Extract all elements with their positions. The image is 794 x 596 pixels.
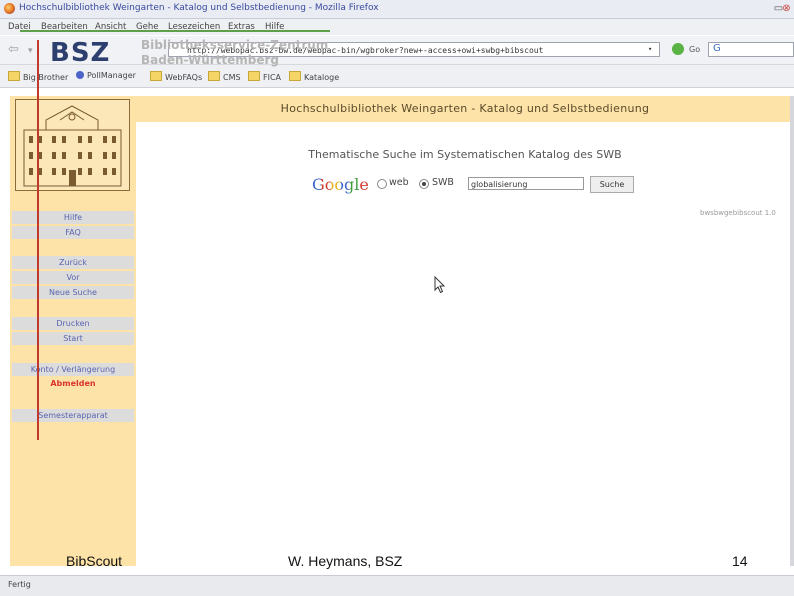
- menu-bar: Datei Bearbeiten Ansicht Gehe Lesezeiche…: [0, 19, 794, 35]
- folder-icon: [289, 71, 301, 81]
- status-bar: Fertig: [0, 575, 794, 596]
- bookmark-item[interactable]: Kataloge: [289, 71, 339, 82]
- sidebar-item-drucken[interactable]: Drucken: [12, 317, 134, 330]
- search-subtitle: Thematische Suche im Systematischen Kata…: [308, 148, 622, 161]
- poll-icon: [76, 71, 84, 79]
- sidebar-item-faq[interactable]: FAQ: [12, 226, 134, 239]
- sidebar-item-zurueck[interactable]: Zurück: [12, 256, 134, 269]
- window-title: Hochschulbibliothek Weingarten - Katalog…: [19, 3, 379, 13]
- red-accent-line: [37, 40, 39, 440]
- footer-left: BibScout: [66, 553, 123, 569]
- radio-swb-label: SWB: [432, 177, 454, 188]
- scrollbar[interactable]: [790, 96, 794, 566]
- footer-page-number: 14: [732, 553, 748, 569]
- sidebar-item-hilfe[interactable]: Hilfe: [12, 211, 134, 224]
- library-building-image: [15, 99, 130, 191]
- google-logo: Google: [312, 175, 369, 194]
- bsz-logo: BSZ: [50, 38, 111, 68]
- bookmark-item[interactable]: CMS: [208, 71, 241, 82]
- back-dropdown-icon[interactable]: ▾: [28, 46, 33, 56]
- folder-icon: [208, 71, 220, 81]
- search-engine-icon[interactable]: G: [713, 43, 721, 54]
- query-input[interactable]: globalisierung: [468, 177, 584, 190]
- green-accent-line: [20, 30, 330, 32]
- sidebar-item-vor[interactable]: Vor: [12, 271, 134, 284]
- bookmark-item[interactable]: FICA: [248, 71, 281, 82]
- building-drawing-icon: [23, 105, 122, 187]
- sidebar: Hilfe FAQ Zurück Vor Neue Suche Drucken …: [10, 96, 136, 566]
- search-button[interactable]: Suche: [590, 176, 634, 193]
- folder-icon: [248, 71, 260, 81]
- sidebar-item-start[interactable]: Start: [12, 332, 134, 345]
- sidebar-item-abmelden[interactable]: Abmelden: [12, 377, 134, 390]
- page-header: Hochschulbibliothek Weingarten - Katalog…: [136, 96, 794, 122]
- title-bar: Hochschulbibliothek Weingarten - Katalog…: [0, 0, 794, 19]
- sidebar-item-konto[interactable]: Konto / Verlängerung: [12, 363, 134, 376]
- back-icon[interactable]: ⇦: [8, 42, 19, 57]
- radio-web-label: web: [389, 177, 409, 188]
- sidebar-item-semesterapparat[interactable]: Semesterapparat: [12, 409, 134, 422]
- mouse-cursor-icon: [434, 276, 446, 294]
- bookmark-item[interactable]: WebFAQs: [150, 71, 202, 82]
- folder-icon: [8, 71, 20, 81]
- url-dropdown-icon[interactable]: ▾: [648, 45, 657, 54]
- logo-line-1: Bibliotheksservice-Zentrum: [141, 38, 329, 52]
- go-button[interactable]: Go: [689, 45, 700, 54]
- status-text: Fertig: [8, 580, 31, 589]
- radio-swb[interactable]: [419, 179, 429, 189]
- page-title: Hochschulbibliothek Weingarten - Katalog…: [280, 102, 650, 115]
- navigation-bar: ⇦ ▾ http://webopac.bsz-bw.de/webpac-bin/…: [0, 36, 794, 65]
- footer-center: W. Heymans, BSZ: [288, 553, 403, 569]
- bookmarks-bar: Big Brother PollManager WebFAQs CMS FICA…: [0, 65, 794, 88]
- search-input[interactable]: G: [708, 42, 794, 57]
- bookmark-item[interactable]: PollManager: [76, 71, 136, 80]
- close-icon[interactable]: ⊗: [780, 2, 793, 15]
- folder-icon: [150, 71, 162, 81]
- radio-web[interactable]: [377, 179, 387, 189]
- sidebar-item-neue-suche[interactable]: Neue Suche: [12, 286, 134, 299]
- logo-line-2: Baden-Württemberg: [141, 53, 280, 67]
- version-label: bwsbwgebibscout 1.0: [700, 209, 776, 217]
- firefox-icon: [4, 3, 15, 14]
- go-icon[interactable]: [672, 43, 684, 55]
